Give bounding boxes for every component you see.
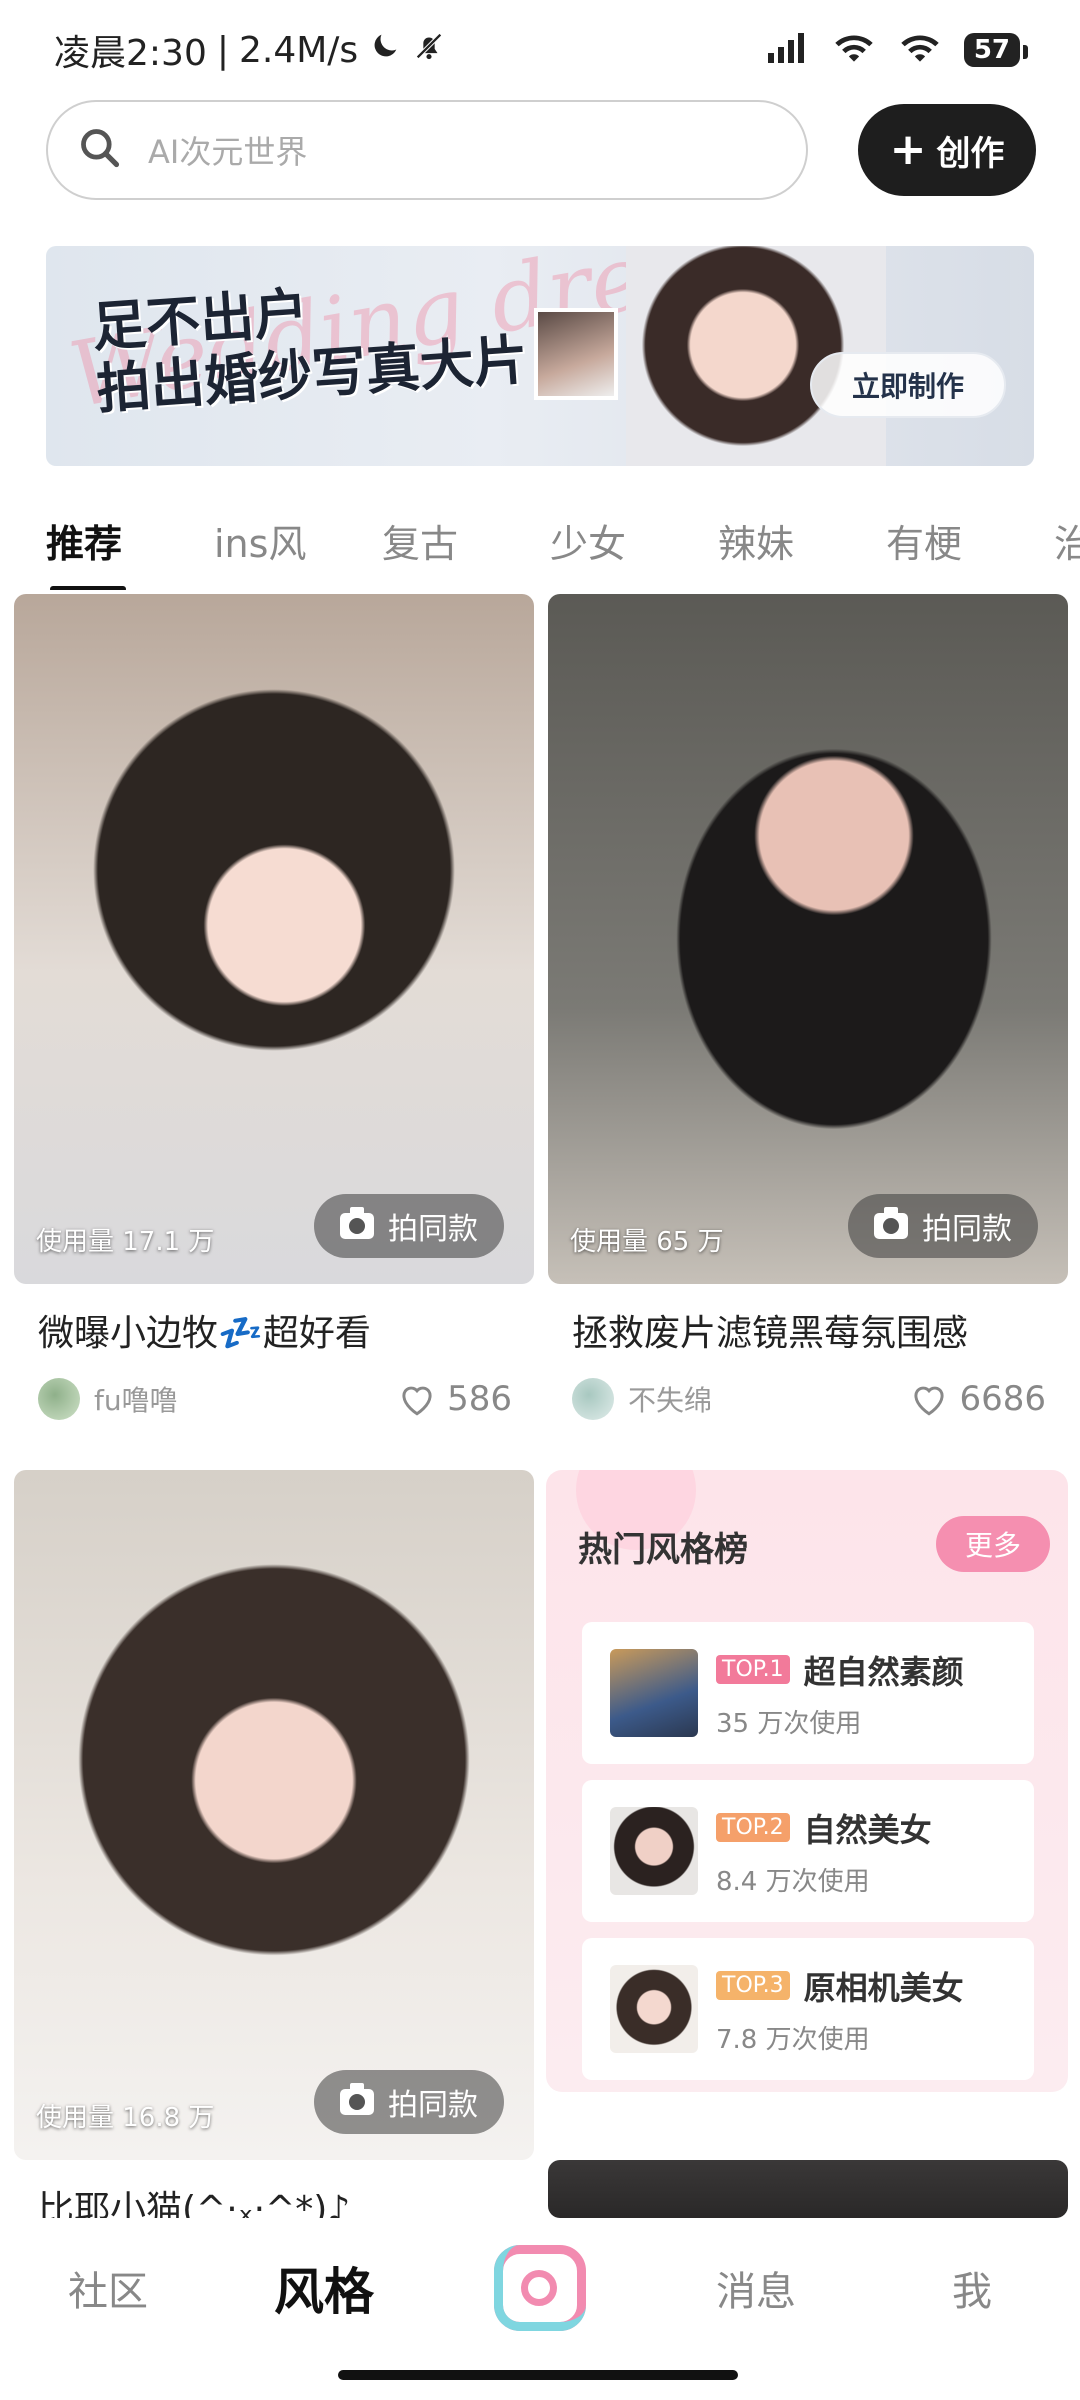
ranking-thumbnail [610, 1807, 698, 1895]
ranking-title: 热门风格榜 [578, 1530, 748, 1570]
style-name: 自然美女 [803, 1810, 932, 1849]
nav-messages[interactable]: 消息 [666, 2259, 846, 2317]
ranking-text: TOP.2 自然美女 8.4 万次使用 [716, 1805, 932, 1898]
search-placeholder: AI次元世界 [148, 133, 308, 171]
usage-count: 使用量 17.1 万 [36, 1227, 215, 1257]
ranking-text: TOP.3 原相机美女 7.8 万次使用 [716, 1963, 964, 2056]
camera-icon [340, 1207, 374, 1239]
shoot-same-button[interactable]: 拍同款 [314, 1194, 504, 1258]
usage-count: 7.8 万次使用 [716, 2024, 870, 2055]
camera-icon [874, 1207, 908, 1239]
card-title[interactable]: 拯救废片滤镜黑莓氛围感 [548, 1304, 1068, 1356]
shoot-same-label: 拍同款 [388, 2088, 478, 2123]
nav-camera-button[interactable] [450, 2245, 630, 2331]
card-title[interactable]: 微曝小边牧💤超好看 [14, 1304, 534, 1356]
style-card[interactable]: 使用量 16.8 万 拍同款 比耶小猫(^·ₓ·^*)♪ [14, 1470, 534, 2232]
usage-count: 35 万次使用 [716, 1708, 862, 1739]
top-badge: TOP.3 [716, 1971, 790, 2000]
search-input[interactable]: AI次元世界 [46, 100, 808, 200]
status-speed: 2.4M/s [238, 29, 359, 71]
nav-me[interactable]: 我 [882, 2259, 1062, 2317]
card-image[interactable]: 使用量 17.1 万 拍同款 [14, 594, 534, 1284]
style-card[interactable] [548, 2160, 1068, 2218]
banner-thumbnail [534, 308, 618, 400]
wifi-alt-icon [832, 31, 876, 69]
ranking-line: TOP.1 超自然素颜 [716, 1647, 964, 1693]
heart-icon [402, 1386, 432, 1416]
usage-count: 8.4 万次使用 [716, 1866, 870, 1897]
avatar [38, 1378, 80, 1420]
signal-icon [766, 31, 810, 69]
shoot-same-button[interactable]: 拍同款 [848, 1194, 1038, 1258]
ranking-item[interactable]: TOP.2 自然美女 8.4 万次使用 [582, 1780, 1034, 1922]
ranking-text: TOP.1 超自然素颜 35 万次使用 [716, 1647, 964, 1740]
battery-icon: 57 [963, 33, 1029, 67]
status-separator: | [216, 29, 229, 71]
tab-hot-girl[interactable]: 辣妹 [718, 513, 886, 568]
author-name: fu噜噜 [94, 1384, 178, 1417]
plus-icon: + [889, 124, 927, 175]
nav-style[interactable]: 风格 [234, 2252, 414, 2324]
tab-girl[interactable]: 少女 [550, 513, 718, 568]
shoot-same-button[interactable]: 拍同款 [314, 2070, 504, 2134]
usage-count: 使用量 65 万 [570, 1227, 724, 1257]
top-badge: TOP.1 [716, 1655, 790, 1684]
ranking-thumbnail [610, 1965, 698, 2053]
style-card[interactable]: 使用量 17.1 万 拍同款 微曝小边牧💤超好看 fu噜噜 586 [14, 594, 534, 1420]
create-button[interactable]: + 创作 [858, 104, 1036, 196]
avatar [572, 1378, 614, 1420]
nav-community[interactable]: 社区 [18, 2259, 198, 2317]
like-count: 586 [447, 1379, 512, 1419]
bottom-nav: 社区 风格 消息 我 [0, 2218, 1080, 2358]
tab-funny[interactable]: 有梗 [886, 513, 1054, 568]
tab-recommend[interactable]: 推荐 [46, 513, 214, 590]
hot-style-ranking: 热门风格榜 更多 TOP.1 超自然素颜 35 万次使用 TOP.2 自然美女 … [546, 1470, 1068, 2092]
usage-count: 使用量 16.8 万 [36, 2103, 215, 2133]
author-name: 不失绵 [628, 1384, 713, 1417]
shoot-same-label: 拍同款 [388, 1212, 478, 1247]
wifi-icon [898, 31, 942, 69]
tab-ins[interactable]: ins风 [214, 513, 382, 568]
ranking-item[interactable]: TOP.3 原相机美女 7.8 万次使用 [582, 1938, 1034, 2080]
more-button[interactable]: 更多 [936, 1516, 1050, 1572]
ranking-item[interactable]: TOP.1 超自然素颜 35 万次使用 [582, 1622, 1034, 1764]
create-button-label: 创作 [936, 133, 1005, 174]
style-name: 原相机美女 [803, 1968, 964, 2007]
status-bar: 凌晨2:30 | 2.4M/s 57 [0, 0, 1080, 100]
category-tabs: 推荐 ins风 复古 少女 辣妹 有梗 治 [0, 490, 1080, 590]
status-time: 凌晨2:30 [54, 33, 207, 74]
search-icon [78, 126, 122, 174]
card-meta: 不失绵 6686 [548, 1378, 1068, 1420]
camera-icon [340, 2083, 374, 2115]
moon-icon [368, 29, 402, 72]
promo-banner[interactable]: Wedding dress 足不出户 拍出婚纱写真大片 立即制作 [46, 246, 1034, 466]
status-left: 凌晨2:30 | 2.4M/s [54, 24, 446, 76]
banner-title: 足不出户 拍出婚纱写真大片 [90, 267, 530, 421]
ranking-line: TOP.2 自然美女 [716, 1805, 932, 1851]
heart-icon [914, 1386, 945, 1416]
home-indicator[interactable] [338, 2370, 738, 2380]
like-count: 6686 [959, 1379, 1046, 1419]
ranking-thumbnail [610, 1649, 698, 1737]
tab-cut-off[interactable]: 治 [1054, 513, 1080, 568]
card-image[interactable]: 使用量 16.8 万 拍同款 [14, 1470, 534, 2160]
style-name: 超自然素颜 [803, 1652, 964, 1691]
camera-icon [494, 2245, 586, 2331]
author[interactable]: 不失绵 [572, 1378, 712, 1420]
mute-bell-icon [412, 29, 446, 72]
style-card[interactable]: 使用量 65 万 拍同款 拯救废片滤镜黑莓氛围感 不失绵 6686 [548, 594, 1068, 1420]
status-right: 57 [766, 31, 1029, 69]
ranking-line: TOP.3 原相机美女 [716, 1963, 964, 2009]
tab-retro[interactable]: 复古 [382, 513, 550, 568]
banner-cta-button[interactable]: 立即制作 [810, 352, 1006, 418]
like-button[interactable]: 586 [397, 1379, 512, 1419]
top-badge: TOP.2 [716, 1813, 790, 1842]
card-image[interactable]: 使用量 65 万 拍同款 [548, 594, 1068, 1284]
author[interactable]: fu噜噜 [38, 1378, 178, 1420]
card-meta: fu噜噜 586 [14, 1378, 534, 1420]
search-row: AI次元世界 + 创作 [46, 100, 1036, 200]
like-button[interactable]: 6686 [909, 1379, 1046, 1419]
card-image[interactable] [548, 2160, 1068, 2218]
shoot-same-label: 拍同款 [922, 1212, 1012, 1247]
